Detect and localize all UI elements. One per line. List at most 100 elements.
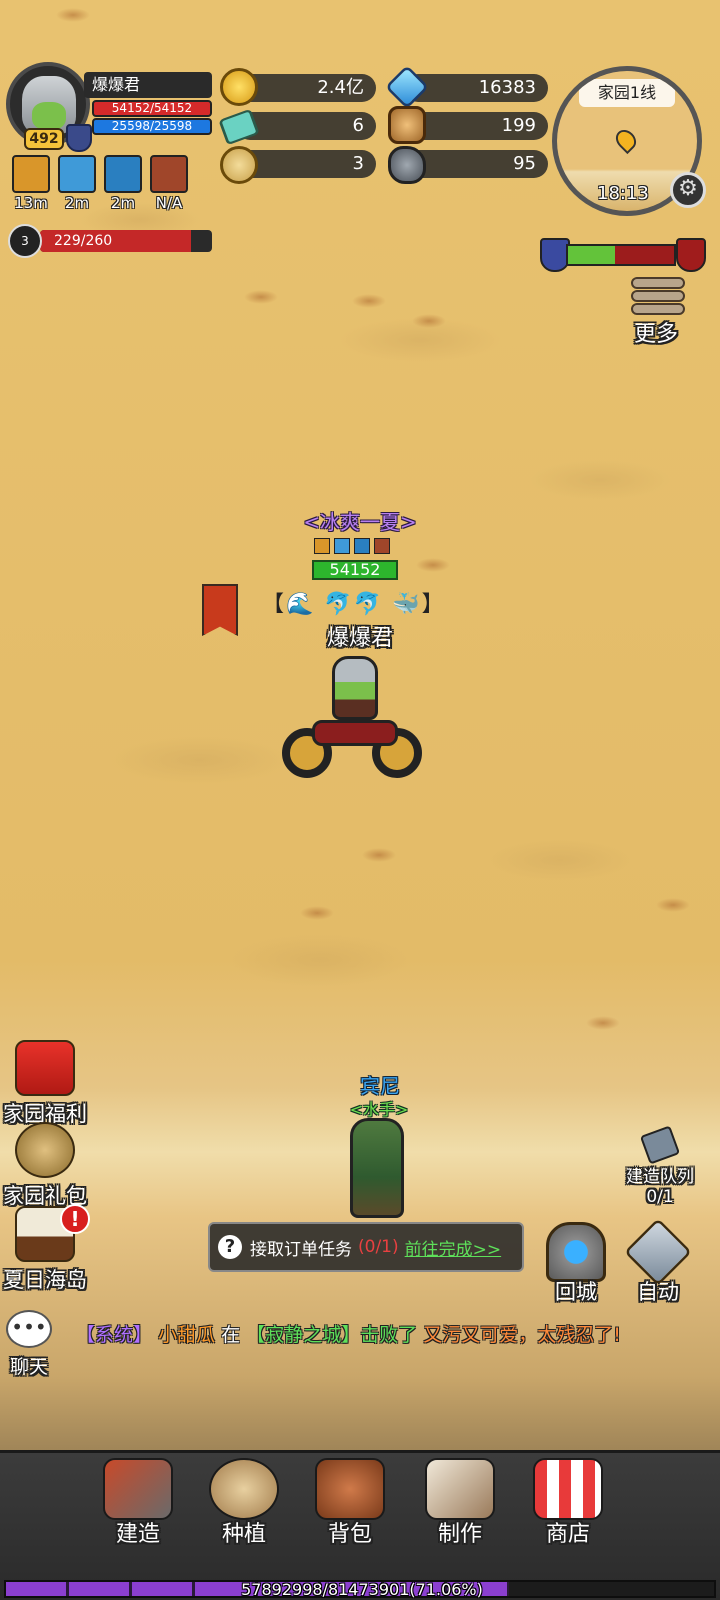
backpack-icon: [315, 1458, 385, 1520]
stamina-text: 229/260: [54, 233, 113, 249]
chat-word: 在: [221, 1324, 241, 1346]
npc-sailor[interactable]: [350, 1118, 404, 1218]
return-town-label: 回城: [555, 1280, 597, 1304]
crystal-buff-icon: [334, 538, 350, 554]
build-queue-count: 0/1: [646, 1187, 674, 1207]
quest-go-link[interactable]: 前往完成>>: [405, 1235, 502, 1260]
auto-battle-button[interactable]: 自动: [618, 1218, 698, 1306]
alert-badge: !: [60, 1204, 90, 1234]
grass-tuft: [416, 558, 450, 572]
side-button-label: 夏日海岛: [3, 1268, 87, 1292]
character-name: 爆爆君: [326, 626, 393, 651]
chat-verb: 击败了: [360, 1324, 418, 1346]
build-queue-button[interactable]: 建造队列 0/1: [612, 1125, 708, 1207]
experience-text: 57892998/81473901(71.06%): [241, 1580, 483, 1599]
wood-log-icon: [388, 106, 426, 144]
level-badge: 492: [24, 128, 64, 150]
quest-progress: (0/1): [358, 1237, 399, 1257]
wave-buff-icon[interactable]: [104, 155, 142, 193]
stamina-bar: 229/260: [40, 230, 212, 252]
ore-stone-icon: [388, 146, 426, 184]
wave-pet-icon: 🌊: [286, 592, 316, 617]
crafting-table-icon: [425, 1458, 495, 1520]
npc-name: 宾尼: [360, 1074, 400, 1098]
buff-timer: 2m: [110, 194, 136, 212]
nav-label: 制作: [437, 1522, 482, 1547]
dolphin-pet-icon: 🐬🐬: [324, 592, 384, 617]
system-chat-message[interactable]: 【系统】 小甜瓜 在 【寂静之城】击败了 又污又可爱，太残忍了!: [76, 1320, 621, 1347]
grass-tuft: [362, 848, 396, 862]
horse-buff-icon[interactable]: [150, 155, 188, 193]
more-button[interactable]: [626, 276, 690, 316]
grass-tuft: [352, 294, 386, 308]
character-hp-bar: 54152: [312, 560, 398, 580]
minimap-title: 家园1线: [579, 79, 675, 107]
nav-label: 商店: [545, 1522, 590, 1547]
more-label: 更多: [634, 322, 679, 347]
return-town-button[interactable]: 回城: [536, 1222, 616, 1306]
shop-stall-icon: [533, 1458, 603, 1520]
pets-open-bracket: 【: [262, 592, 287, 617]
seed-bag-icon: [209, 1458, 279, 1520]
quest-tracker[interactable]: ? 接取订单任务 (0/1) 前往完成>>: [208, 1222, 524, 1272]
question-icon: ?: [218, 1235, 242, 1259]
experience-bar: 57892998/81473901(71.06%): [4, 1580, 716, 1599]
pet-list: 【🌊 🐬🐬 🐳】: [262, 586, 446, 618]
grass-tuft: [56, 8, 90, 22]
chat-channel: 【系统】: [76, 1324, 153, 1346]
whale-pet-icon: 🐳: [392, 592, 422, 617]
crown-buff-icon[interactable]: [12, 155, 50, 193]
player-name: 爆爆君: [84, 72, 212, 98]
motorbike: [312, 720, 398, 746]
player-character-on-motorbike[interactable]: [282, 656, 422, 780]
chat-label: 聊天: [9, 1356, 48, 1378]
hammer-icon: [639, 1125, 681, 1165]
grass-tuft: [586, 1016, 620, 1030]
home-medal-icon: [220, 146, 258, 184]
buff-timer: 13m: [14, 194, 48, 212]
rider: [332, 656, 378, 720]
chat-bubble-icon: •••: [6, 1310, 52, 1348]
nav-build-button[interactable]: 建造: [88, 1458, 188, 1548]
chat-user[interactable]: 小甜瓜: [158, 1324, 215, 1346]
gift-bag-icon: [15, 1122, 75, 1178]
crown-buff-icon: [314, 538, 330, 554]
buff-timer: N/A: [155, 194, 183, 212]
game-time: 18:13: [597, 183, 649, 204]
crystal-buff-icon[interactable]: [58, 155, 96, 193]
red-faction-icon: [676, 238, 706, 272]
gift-box-icon: [15, 1040, 75, 1096]
grass-tuft: [300, 906, 334, 920]
face: [32, 102, 66, 130]
nav-label: 建造: [115, 1522, 160, 1547]
hp-bar: 54152/54152: [92, 100, 212, 117]
nav-craft-button[interactable]: 制作: [410, 1458, 510, 1548]
nav-label: 背包: [327, 1522, 372, 1547]
nav-shop-button[interactable]: 商店: [518, 1458, 618, 1548]
npc-title: <水手>: [349, 1100, 409, 1119]
grass-tuft: [656, 898, 690, 912]
guild-title: <冰爽一夏>: [303, 510, 417, 534]
gold-coin-icon: [220, 68, 258, 106]
chat-target: 又污又可爱，太残忍了!: [423, 1324, 621, 1346]
chat-place: 【寂静之城】: [246, 1324, 361, 1346]
grass-tuft: [412, 314, 446, 328]
home-welfare-button[interactable]: 家园福利: [0, 1040, 90, 1128]
faction-left-fill: [568, 246, 615, 264]
nav-backpack-button[interactable]: 背包: [300, 1458, 400, 1548]
portal-gate-icon: [546, 1222, 606, 1282]
nav-plant-button[interactable]: 种植: [194, 1458, 294, 1548]
wave-buff-icon: [354, 538, 370, 554]
mp-bar: 25598/25598: [92, 118, 212, 135]
build-queue-label: 建造队列: [626, 1167, 694, 1187]
home-gift-pack-button[interactable]: 家园礼包: [0, 1122, 90, 1210]
nav-label: 种植: [221, 1522, 266, 1547]
chat-button[interactable]: ••• 聊天: [4, 1310, 54, 1379]
anvil-hammer-icon: [103, 1458, 173, 1520]
faction-balance-bar: [566, 244, 676, 266]
buff-timer: 2m: [64, 194, 90, 212]
rank-shield-icon[interactable]: [66, 124, 92, 152]
gear-icon[interactable]: ⚙: [670, 172, 706, 208]
house-level-icon: 3: [8, 224, 42, 258]
faction-right-fill: [614, 246, 674, 264]
